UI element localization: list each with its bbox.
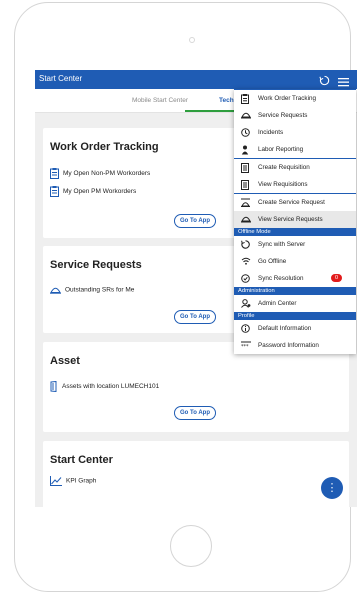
incident-icon bbox=[241, 128, 250, 137]
menu-item-go-offline[interactable]: Go Offline bbox=[234, 253, 356, 270]
list-item[interactable]: My Open PM Workorders bbox=[50, 186, 136, 197]
app-screen: Start Center Mobile Start Center Tech Wo… bbox=[35, 70, 357, 507]
card-title: Service Requests bbox=[50, 259, 142, 271]
clipboard-icon bbox=[50, 186, 59, 197]
svg-text:***: *** bbox=[241, 344, 249, 349]
list-item[interactable]: Assets with location LUMECH101 bbox=[50, 380, 160, 393]
clipboard-icon bbox=[241, 94, 249, 104]
card-title: Work Order Tracking bbox=[50, 141, 159, 153]
menu-item-label: Create Requisition bbox=[258, 164, 310, 171]
menu-item-label: Default Information bbox=[258, 325, 312, 332]
card-start-center: Start Center KPI Graph bbox=[43, 441, 349, 507]
menu-item-admin-center[interactable]: Admin Center bbox=[234, 295, 356, 312]
list-item[interactable]: My Open Non-PM Workorders bbox=[50, 168, 150, 179]
list-item-label: Assets with location LUMECH101 bbox=[62, 383, 160, 391]
list-item-label: Outstanding SRs for Me bbox=[65, 286, 135, 294]
card-asset: Asset Assets with location LUMECH101 Go … bbox=[43, 342, 349, 432]
menu-item-default-information[interactable]: Default Information bbox=[234, 320, 356, 337]
go-to-app-button[interactable]: Go To App bbox=[174, 310, 216, 324]
menu-item-label: Labor Reporting bbox=[258, 146, 304, 153]
menu-item-incidents[interactable]: Incidents bbox=[234, 124, 356, 141]
app-menu-dropdown: Work Order Tracking Service Requests Inc… bbox=[234, 89, 356, 354]
info-icon bbox=[241, 324, 250, 333]
menu-item-label: Go Offline bbox=[258, 258, 287, 265]
menu-item-label: View Requisitions bbox=[258, 181, 308, 188]
create-sr-icon bbox=[241, 198, 250, 207]
bell-icon bbox=[241, 112, 251, 119]
menu-item-password-information[interactable]: *** Password Information bbox=[234, 337, 356, 354]
menu-section-offline-mode: Offline Mode bbox=[234, 228, 356, 236]
menu-item-label: Work Order Tracking bbox=[258, 95, 316, 102]
menu-item-sync-with-server[interactable]: Sync with Server bbox=[234, 236, 356, 253]
menu-item-view-service-requests[interactable]: View Service Requests bbox=[234, 211, 356, 228]
admin-icon bbox=[241, 299, 251, 308]
menu-item-label: Incidents bbox=[258, 129, 284, 136]
wifi-icon bbox=[241, 257, 251, 265]
menu-item-create-service-request[interactable]: Create Service Request bbox=[234, 194, 356, 211]
menu-item-label: View Service Requests bbox=[258, 216, 323, 223]
graph-icon bbox=[50, 476, 62, 486]
card-title: Start Center bbox=[50, 454, 113, 466]
menu-item-label: Service Requests bbox=[258, 112, 308, 119]
home-button[interactable] bbox=[170, 525, 212, 567]
menu-item-label: Sync with Server bbox=[258, 241, 306, 248]
list-icon bbox=[241, 180, 249, 190]
menu-item-view-requisitions[interactable]: View Requisitions bbox=[234, 176, 356, 194]
camera bbox=[189, 37, 195, 43]
menu-item-sync-resolution[interactable]: Sync Resolution 0 bbox=[234, 270, 356, 287]
more-options-fab[interactable]: ⋮ bbox=[321, 477, 343, 499]
menu-item-label: Admin Center bbox=[258, 300, 297, 307]
menu-item-work-order-tracking[interactable]: Work Order Tracking bbox=[234, 90, 356, 107]
sync-resolution-badge: 0 bbox=[331, 274, 342, 282]
menu-item-create-requisition[interactable]: Create Requisition bbox=[234, 159, 356, 176]
menu-item-label: Password Information bbox=[258, 342, 319, 349]
list-item[interactable]: KPI Graph bbox=[50, 476, 96, 486]
tab-mobile-start-center[interactable]: Mobile Start Center bbox=[132, 97, 188, 104]
menu-item-service-requests[interactable]: Service Requests bbox=[234, 107, 356, 124]
sync-icon bbox=[241, 240, 250, 249]
go-to-app-button[interactable]: Go To App bbox=[174, 214, 216, 228]
requisition-icon bbox=[241, 163, 249, 173]
list-item[interactable]: Outstanding SRs for Me bbox=[50, 286, 134, 294]
asset-icon bbox=[50, 380, 57, 393]
menu-section-administration: Administration bbox=[234, 287, 356, 295]
clipboard-icon bbox=[50, 168, 59, 179]
list-item-label: My Open PM Workorders bbox=[63, 188, 137, 196]
bell-icon bbox=[241, 216, 251, 223]
go-to-app-button[interactable]: Go To App bbox=[174, 406, 216, 420]
card-title: Asset bbox=[50, 355, 80, 367]
sync-resolution-icon bbox=[241, 274, 250, 283]
tab-tech[interactable]: Tech bbox=[219, 97, 234, 104]
app-title: Start Center bbox=[39, 74, 83, 83]
app-header: Start Center bbox=[35, 70, 357, 89]
vertical-dots-icon: ⋮ bbox=[326, 482, 338, 494]
list-item-label: KPI Graph bbox=[66, 477, 97, 485]
menu-item-labor-reporting[interactable]: Labor Reporting bbox=[234, 141, 356, 159]
menu-section-profile: Profile bbox=[234, 312, 356, 320]
person-icon bbox=[241, 145, 249, 155]
menu-item-label: Create Service Request bbox=[258, 199, 325, 206]
list-item-label: My Open Non-PM Workorders bbox=[63, 170, 151, 178]
bell-icon bbox=[50, 287, 61, 294]
menu-item-label: Sync Resolution bbox=[258, 275, 304, 282]
password-icon: *** bbox=[241, 341, 251, 349]
